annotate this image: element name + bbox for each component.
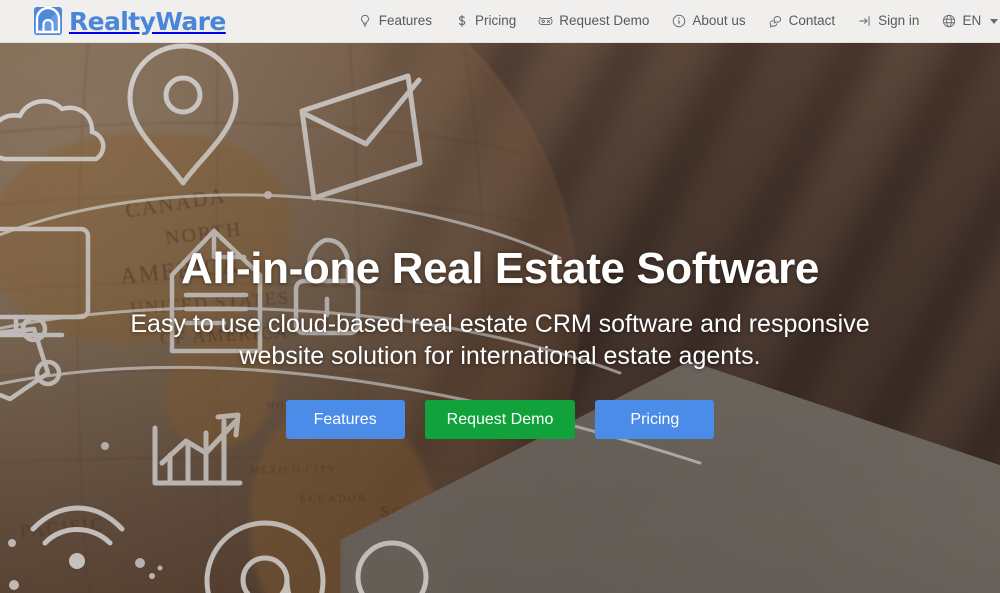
- nav-item-language[interactable]: EN: [930, 7, 1000, 35]
- nav-item-label: About us: [692, 13, 746, 28]
- dollar-sign-icon: [454, 14, 469, 29]
- nav-item-label: Features: [378, 13, 433, 28]
- hero-cta-buttons: Features Request Demo Pricing: [0, 400, 1000, 439]
- nav-item-sign-in[interactable]: Sign in: [846, 7, 930, 35]
- chat-bubbles-icon: [768, 14, 783, 29]
- brand-logo-link[interactable]: RealtyWare: [34, 7, 226, 35]
- nav-item-label: EN: [962, 13, 982, 28]
- nav-item-label: Contact: [788, 13, 836, 28]
- nav-item-label: Pricing: [475, 13, 517, 28]
- hero-subtitle: Easy to use cloud-based real estate CRM …: [85, 308, 915, 372]
- globe-icon: [941, 14, 956, 29]
- page-title: All-in-one Real Estate Software: [181, 244, 819, 293]
- brand-name: RealtyWare: [69, 6, 226, 36]
- nav-item-pricing[interactable]: Pricing: [443, 7, 527, 35]
- nav-item-features[interactable]: Features: [347, 7, 443, 35]
- info-circle-icon: [671, 14, 686, 29]
- chevron-down-icon: [990, 18, 999, 24]
- house-arch-logo-icon: [34, 7, 62, 35]
- pricing-button[interactable]: Pricing: [595, 400, 715, 439]
- features-button[interactable]: Features: [285, 400, 405, 439]
- nav-item-about-us[interactable]: About us: [660, 7, 756, 35]
- sign-in-arrow-icon: [857, 14, 872, 29]
- request-demo-button[interactable]: Request Demo: [424, 400, 576, 439]
- projector-icon: [538, 14, 553, 29]
- main-navigation: Features Pricing Request Demo About us C…: [347, 7, 1000, 35]
- nav-item-contact[interactable]: Contact: [757, 7, 847, 35]
- hero-section: CANADA NORTH AMERICA UNITED STATES OF AM…: [0, 43, 1000, 593]
- nav-item-label: Sign in: [878, 13, 920, 28]
- nav-item-request-demo[interactable]: Request Demo: [527, 7, 660, 35]
- lightbulb-icon: [358, 14, 373, 29]
- hero-content: All-in-one Real Estate Software Easy to …: [0, 43, 1000, 439]
- site-header: RealtyWare Features Pricing Request Demo…: [0, 0, 1000, 43]
- hero-subtitle-line-2: solution for international estate agents…: [331, 342, 761, 370]
- nav-item-label: Request Demo: [559, 13, 650, 28]
